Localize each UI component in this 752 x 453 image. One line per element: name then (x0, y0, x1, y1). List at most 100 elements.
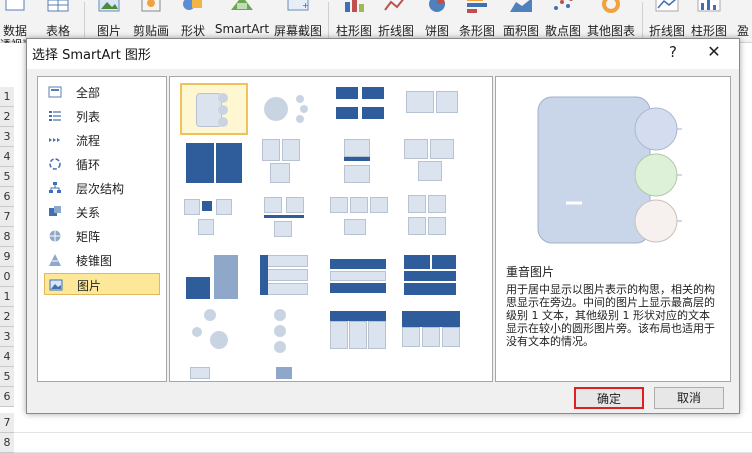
thumb-shape (408, 217, 426, 235)
row-header[interactable]: 2 (0, 107, 14, 127)
ribbon-sparkline-column-button[interactable]: 柱形图 (688, 0, 730, 42)
row-header[interactable]: 6 (0, 187, 14, 207)
layout-captioned-pictures[interactable] (180, 195, 248, 247)
row-header[interactable]: 5 (0, 167, 14, 187)
row-header[interactable]: 3 (0, 327, 14, 347)
list-icon (49, 111, 61, 121)
ribbon-shapes-button[interactable]: 形状 (176, 0, 210, 42)
row-header[interactable]: 9 (0, 247, 14, 267)
layout-circular-picture-callout[interactable] (256, 83, 324, 135)
layout-snapshot-picture-list[interactable] (330, 195, 398, 247)
category-matrix[interactable]: 矩阵 (44, 225, 160, 247)
layout-framed-pictures[interactable] (256, 139, 324, 191)
layout-accented-picture[interactable] (180, 83, 248, 135)
row-header[interactable]: 8 (0, 227, 14, 247)
ribbon-other-charts-button[interactable]: 其他图表 (584, 0, 638, 42)
row-header[interactable]: 3 (0, 127, 14, 147)
category-pyramid[interactable]: 棱锥图 (44, 249, 160, 271)
ribbon-sparkline-line-button[interactable]: 折线图 (646, 0, 688, 42)
pie-chart-icon (429, 0, 445, 12)
ribbon-label: 图片 (96, 24, 121, 38)
thumb-shape (216, 199, 232, 215)
ribbon-clipart-button[interactable]: 剪贴画 (128, 0, 174, 42)
row-header[interactable]: 0 (0, 267, 14, 287)
ribbon-screenshot-button[interactable]: + 屏幕截图 (272, 0, 324, 42)
ribbon-pivot-button[interactable]: 数据 透视表 (0, 0, 33, 51)
ribbon-label: 表格 (45, 24, 70, 38)
layout-picture-grid[interactable] (402, 195, 470, 247)
layout-horizontal-picture-list[interactable] (330, 255, 398, 307)
ribbon-pie-chart-button[interactable]: 饼图 (420, 0, 454, 42)
help-button[interactable]: ? (663, 42, 683, 62)
row-header[interactable]: 8 (0, 433, 14, 453)
ok-button[interactable]: 确定 (574, 387, 644, 409)
ribbon-scatter-chart-button[interactable]: 散点图 (542, 0, 584, 42)
layout-table-list-pictures[interactable] (330, 307, 398, 359)
thumb-shape (216, 143, 242, 183)
layout-bubble-picture-list[interactable] (256, 307, 324, 359)
row-header[interactable]: 1 (0, 287, 14, 307)
excel-ribbon: 数据 透视表 表格 图片 剪贴画 形状 SmartArt + 屏幕截图 柱形图 … (0, 0, 752, 51)
thumb-shape (198, 219, 214, 235)
category-picture[interactable]: 图片 (44, 273, 160, 295)
layout-partial[interactable] (256, 363, 324, 379)
layout-vertical-picture-list[interactable] (256, 255, 324, 307)
layout-picture-caption[interactable] (330, 83, 398, 135)
thumb-shape (442, 327, 460, 347)
layout-titled-picture-accent[interactable] (256, 195, 324, 247)
thumb-shape (202, 201, 212, 211)
ribbon-table-button[interactable]: 表格 (40, 0, 76, 42)
thumb-shape (330, 321, 348, 349)
thumb-shape (370, 197, 388, 213)
row-header[interactable]: 4 (0, 147, 14, 167)
layout-hexagon-pictures[interactable] (402, 307, 470, 359)
category-hierarchy[interactable]: 层次结构 (44, 177, 160, 199)
ribbon-column-chart-button[interactable]: 柱形图 (332, 0, 376, 42)
thumb-shape (418, 161, 442, 181)
cancel-button[interactable]: 取消 (654, 387, 724, 409)
preview-description: 用于居中显示以图片表示的构思，相关的构思显示在旁边。中间的图片上显示最高层的级别… (506, 283, 715, 348)
row-header[interactable]: 1 (0, 87, 14, 107)
thumb-shape (264, 97, 288, 121)
thumb-shape (262, 139, 280, 161)
row-header[interactable]: 2 (0, 307, 14, 327)
ribbon-area-chart-button[interactable]: 面积图 (500, 0, 542, 42)
thumb-shape (350, 197, 368, 213)
row-header[interactable]: 6 (0, 387, 14, 407)
category-process[interactable]: 流程 (44, 129, 160, 151)
row-header[interactable]: 7 (0, 413, 14, 433)
category-cycle[interactable]: 循环 (44, 153, 160, 175)
row-header[interactable]: 4 (0, 347, 14, 367)
close-button[interactable]: ✕ (703, 42, 725, 62)
layout-ascending-picture-accent[interactable] (180, 307, 248, 359)
preview-pane: 重音图片 用于居中显示以图片表示的构思，相关的构思显示在旁边。中间的图片上显示最… (495, 76, 731, 382)
ribbon-picture-button[interactable]: 图片 (92, 0, 126, 42)
category-all[interactable]: 全部 (44, 81, 160, 103)
svg-text:+: + (302, 1, 309, 10)
ribbon-smartart-button[interactable]: SmartArt (212, 0, 272, 42)
layout-accented-picture-list[interactable] (402, 255, 470, 307)
ribbon-line-chart-button[interactable]: 折线图 (376, 0, 416, 42)
thumb-shape (330, 311, 386, 321)
layout-bending-picture[interactable] (402, 83, 470, 135)
table-icon (47, 0, 69, 12)
row-header[interactable]: 5 (0, 367, 14, 387)
category-relationship[interactable]: 关系 (44, 201, 160, 223)
thumb-shape (428, 195, 446, 213)
pivot-table-icon (5, 0, 25, 11)
thumb-shape (186, 143, 214, 183)
smartart-dialog: 选择 SmartArt 图形 ? ✕ 全部 列表 流程 循环 层次结构 关系 矩… (26, 38, 740, 414)
layout-picture-lineup[interactable] (330, 139, 398, 191)
bar-chart-icon (467, 0, 487, 13)
ribbon-bar-chart-button[interactable]: 条形图 (456, 0, 498, 42)
ribbon-label: 面积图 (502, 24, 539, 38)
layout-partial[interactable] (180, 363, 248, 379)
ribbon-label: 形状 (180, 24, 205, 38)
ribbon-winloss-button[interactable]: 盈 (734, 0, 752, 42)
layout-picture-accent-blocks[interactable] (180, 255, 248, 307)
row-header[interactable]: 7 (0, 207, 14, 227)
thumb-shape (270, 163, 290, 183)
layout-title-picture-blocks[interactable] (402, 139, 470, 191)
category-list-item[interactable]: 列表 (44, 105, 160, 127)
layout-picture-strips[interactable] (180, 139, 248, 191)
